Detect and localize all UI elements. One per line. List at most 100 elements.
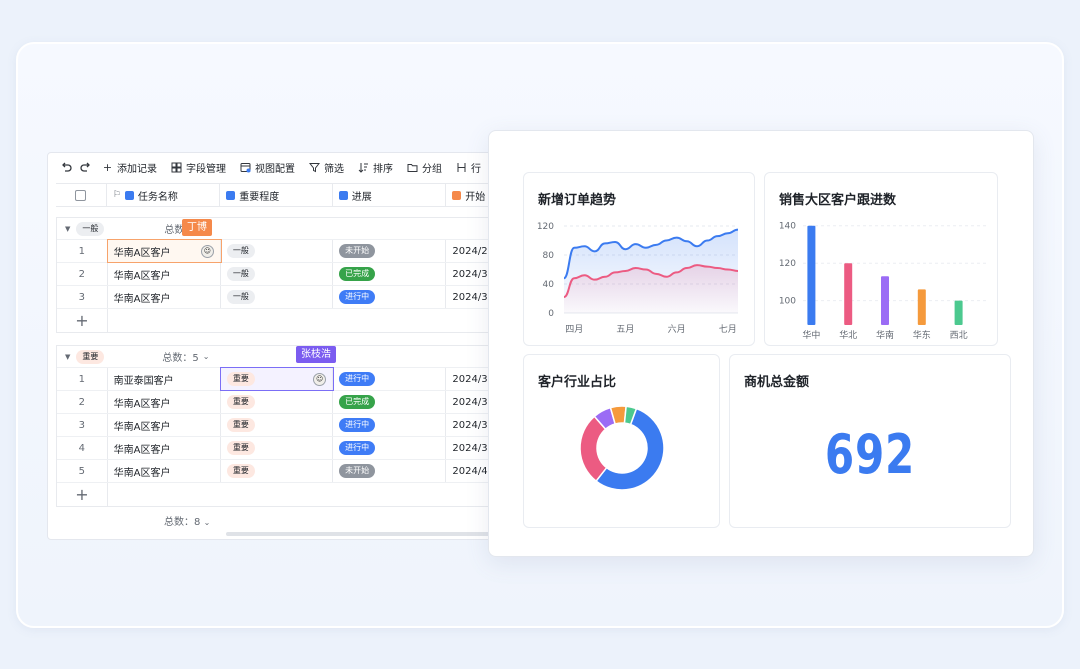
task-name-cell[interactable]: 华南A区客户 [108,391,221,413]
bar [807,225,816,325]
y-tick-label: 80 [543,251,555,261]
add-row-button[interactable]: + [57,483,108,506]
task-name-cell[interactable]: 华南A区客户 ☺ [106,239,222,263]
followup-card[interactable]: 销售大区客户跟进数 100 120 140 华中 华北 华南 华东 西北 [764,172,998,346]
dashboard-panel: 新增订单趋势 0 40 80 120 四月 五月 六月 七月 销售大区客户跟进数 100 120… [488,130,1034,557]
x-tick-label: 华中 [802,329,820,341]
select-all-checkbox[interactable] [75,189,87,201]
add-row[interactable]: + [57,483,506,506]
add-record-button[interactable]: + 添加记录 [102,160,157,175]
importance-cell[interactable]: 重要 ☺ [219,367,335,391]
industry-chart [579,405,665,491]
view-config-button[interactable]: 视图配置 [240,160,295,175]
group-label: 一般 [76,221,105,236]
industry-card[interactable]: 客户行业占比 [523,354,720,528]
filter-button[interactable]: 筛选 [309,160,344,175]
progress-cell[interactable]: 未开始 [333,460,447,482]
select-field-icon [226,190,236,200]
importance-cell[interactable]: 重要 [221,460,334,482]
progress-cell[interactable]: 进行中 [333,368,447,390]
table-row[interactable]: 2 华南A区客户 重要 已完成 2024/3 [57,391,506,414]
table-row[interactable]: 1 南亚泰国客户 重要 ☺ 进行中 2024/3 [57,367,506,391]
bar [881,276,889,325]
column-header-progress[interactable]: 进展 [333,184,447,206]
x-tick-label: 华北 [839,329,857,341]
x-tick-label: 四月 [565,324,583,335]
task-name-cell[interactable]: 华南A区客户 [108,286,221,308]
row-height-button[interactable]: 行 [456,160,481,175]
importance-cell[interactable]: 一般 [221,263,334,285]
avatar: ☺ [313,372,327,386]
order-trend-card[interactable]: 新增订单趋势 0 40 80 120 四月 五月 六月 七月 [523,172,755,346]
y-tick-label: 40 [543,280,555,290]
bar [844,263,853,325]
toolbar: + 添加记录 字段管理 视图配置 筛选 排序 分组 行 [48,153,506,181]
group-header: ▼ 一般 总数 [57,218,506,240]
collapse-icon[interactable]: ▼ [65,225,70,233]
row-number: 1 [57,368,108,390]
progress-cell[interactable]: 已完成 [333,391,447,413]
collaborator-cursor-label: 张枝浩 [296,346,336,363]
collapse-icon[interactable]: ▼ [65,353,70,361]
table-view: + 添加记录 字段管理 视图配置 筛选 排序 分组 行 ⚐ 任务名称 重要程度 … [47,152,507,540]
progress-cell[interactable]: 进行中 [333,437,447,459]
add-row[interactable]: + [57,309,506,332]
progress-cell[interactable]: 进行中 [333,286,447,308]
chevron-down-icon[interactable]: ⌄ [203,352,210,361]
group-important: ▼ 重要 总数：5 ⌄ 1 南亚泰国客户 重要 ☺ 进行中 2024/3 2 华南… [56,345,506,507]
row-number: 2 [57,391,108,413]
importance-cell[interactable]: 重要 [221,437,334,459]
task-name-cell[interactable]: 华南A区客户 [108,263,221,285]
group-normal: ▼ 一般 总数 1 华南A区客户 ☺ 一般 未开始 2024/2 2 华南A区客户… [56,217,506,333]
table-row[interactable]: 5 华南A区客户 重要 未开始 2024/4 [57,460,506,483]
chevron-down-icon: ⌄ [203,518,211,527]
task-name-cell[interactable]: 南亚泰国客户 [108,368,221,390]
row-number: 5 [57,460,108,482]
table-header: ⚐ 任务名称 重要程度 进展 开始 [56,183,506,207]
x-tick-label: 六月 [668,323,686,335]
row-number: 4 [57,437,108,459]
order-trend-chart: 0 40 80 120 四月 五月 六月 七月 [537,222,739,335]
table-row[interactable]: 3 华南A区客户 一般 进行中 2024/3 [57,286,506,309]
x-tick-label: 华南 [876,329,894,341]
group-label: 重要 [76,349,105,364]
progress-cell[interactable]: 进行中 [333,414,447,436]
undo-icon[interactable] [60,161,72,173]
add-row-button[interactable]: + [57,309,108,332]
importance-cell[interactable]: 一般 [221,286,334,308]
bar [917,289,926,325]
table-row[interactable]: 3 华南A区客户 重要 进行中 2024/3 [57,414,506,437]
progress-cell[interactable]: 未开始 [333,240,447,262]
horizontal-scrollbar[interactable] [226,532,496,536]
flag-icon: ⚐ [112,190,121,200]
amount-value: 692 [824,423,916,486]
task-name-cell[interactable]: 华南A区客户 [108,437,221,459]
grid-icon [171,162,182,172]
task-name-cell[interactable]: 华南A区客户 [108,414,221,436]
group-button[interactable]: 分组 [407,160,442,175]
field-manage-button[interactable]: 字段管理 [171,160,226,175]
table-row[interactable]: 1 华南A区客户 ☺ 一般 未开始 2024/2 [57,239,506,263]
importance-cell[interactable]: 一般 [221,240,334,262]
y-tick-label: 0 [548,309,554,319]
table-row[interactable]: 4 华南A区客户 重要 进行中 2024/3 [57,437,506,460]
grand-total[interactable]: 总数：8 ⌄ [164,513,210,528]
view-config-icon [240,162,251,172]
importance-cell[interactable]: 重要 [221,391,334,413]
x-tick-label: 七月 [719,324,737,335]
importance-cell[interactable]: 重要 [221,414,334,436]
x-tick-label: 五月 [616,324,634,335]
task-name-cell[interactable]: 华南A区客户 [108,460,221,482]
amount-card[interactable]: 商机总金额 692 [729,354,1011,528]
table-row[interactable]: 2 华南A区客户 一般 已完成 2024/3 [57,263,506,286]
redo-icon[interactable] [80,161,92,173]
date-field-icon [452,190,462,200]
column-header-task-name[interactable]: ⚐ 任务名称 [107,184,221,206]
folder-icon [407,163,418,172]
row-number: 1 [57,240,108,262]
sort-button[interactable]: 排序 [358,160,393,175]
progress-cell[interactable]: 已完成 [333,263,447,285]
y-tick-label: 120 [779,259,796,269]
row-number: 2 [57,263,108,285]
column-header-importance[interactable]: 重要程度 [220,184,333,206]
